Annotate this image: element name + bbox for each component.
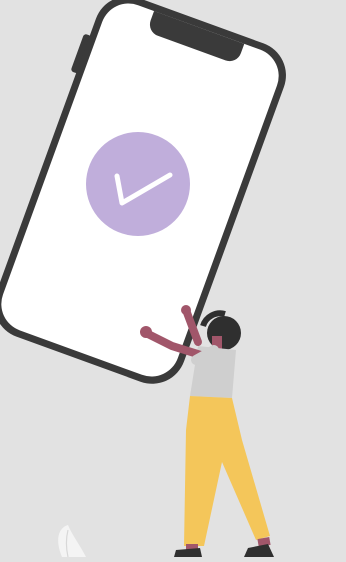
illustration-scene [0,0,346,558]
person-figure [140,305,274,557]
head [200,310,241,350]
illustration-svg [0,0,286,558]
checkmark-icon [86,132,190,236]
leaf-icon [58,525,86,558]
